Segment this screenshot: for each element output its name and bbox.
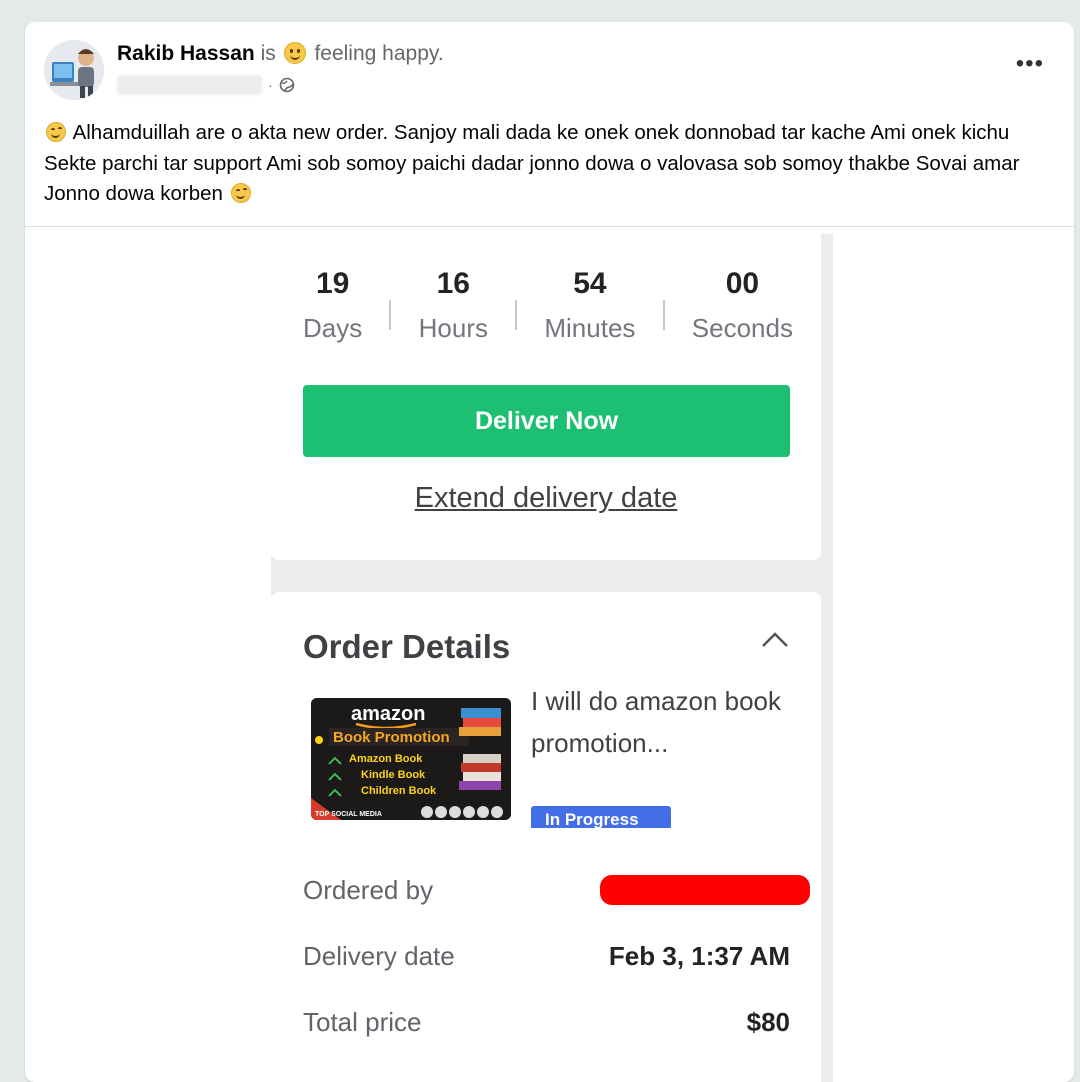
delivery-date-label: Delivery date [303,940,455,971]
author-name[interactable]: Rakib Hassan [117,42,255,65]
ordered-by-label: Ordered by [303,874,434,905]
post-caption: Alhamduillah are o akta new order. Sanjo… [44,118,1044,210]
countdown-timer: 19 Days 16 Hours 54 Minutes 00 Seconds [303,264,793,354]
happy-face-icon [283,42,306,64]
countdown-separator [389,300,392,330]
delivery-date-row: Delivery date Feb 3, 1:37 AM [303,936,790,976]
thumb-item: Amazon Book [349,753,423,765]
blurred-timestamp[interactable] [117,75,262,95]
countdown-days: 19 Days [303,264,362,354]
deliver-now-button[interactable]: Deliver Now [303,385,790,457]
more-options-button[interactable]: ••• [1016,50,1044,78]
gig-thumbnail-art: amazon Book Promotion Amazon Book Kindle… [311,698,511,820]
caption-text: Alhamduillah are o akta new order. Sanjo… [44,121,1020,205]
facebook-post: Rakib Hassan is feeling happy. · ••• Alh… [25,22,1074,1082]
chevron-up-icon[interactable] [761,630,789,650]
countdown-label: Days [303,313,363,343]
feeling-text: feeling happy. [314,42,444,65]
smiling-face-icon [230,183,251,203]
countdown-label: Minutes [544,313,636,343]
countdown-label: Hours [418,313,488,343]
countdown-seconds: 00 Seconds [692,264,793,354]
order-screenshot[interactable]: 19 Days 16 Hours 54 Minutes 00 Seconds D… [271,234,833,1082]
ordered-by-row: Ordered by [303,870,810,910]
status-badge: In Progress [531,806,671,828]
thumb-item: Kindle Book [361,769,426,781]
gig-thumbnail[interactable]: amazon Book Promotion Amazon Book Kindle… [311,698,511,820]
order-details-title: Order Details [303,628,511,665]
globe-icon [279,77,294,93]
total-price-label: Total price [303,1006,422,1037]
countdown-value: 00 [725,267,760,300]
avatar-image [44,40,104,100]
extend-delivery-link[interactable]: Extend delivery date [271,482,821,515]
countdown-value: 54 [573,267,607,300]
countdown-card: 19 Days 16 Hours 54 Minutes 00 Seconds D… [271,234,821,560]
author-line: Rakib Hassan is feeling happy. [117,42,444,66]
thumb-footer: TOP SOCIAL MEDIA [315,811,382,818]
post-meta: · [117,74,295,96]
delivery-date-value: Feb 3, 1:37 AM [608,940,790,971]
gig-title[interactable]: I will do amazon book promotion... [531,680,801,764]
meta-separator: · [268,77,273,93]
thumb-sub: Book Promotion [333,729,450,746]
countdown-label: Seconds [691,313,793,343]
countdown-separator [515,300,518,330]
thumb-item: Children Book [361,785,437,797]
countdown-separator [662,300,665,330]
avatar[interactable] [44,40,104,100]
redacted-buyer-name [600,875,810,905]
total-price-row: Total price $80 [303,1002,790,1042]
thumb-heading: amazon [351,703,425,725]
countdown-value: 16 [436,267,470,300]
smiling-face-icon [46,122,66,142]
countdown-value: 19 [315,267,350,300]
countdown-hours: 16 Hours [419,264,488,354]
divider [25,226,1074,227]
is-text: is [260,42,276,65]
order-details-card: Order Details amazon Book Promotion Amaz… [271,592,821,1082]
countdown-minutes: 54 Minutes [544,264,635,354]
total-price-value: $80 [746,1006,790,1037]
